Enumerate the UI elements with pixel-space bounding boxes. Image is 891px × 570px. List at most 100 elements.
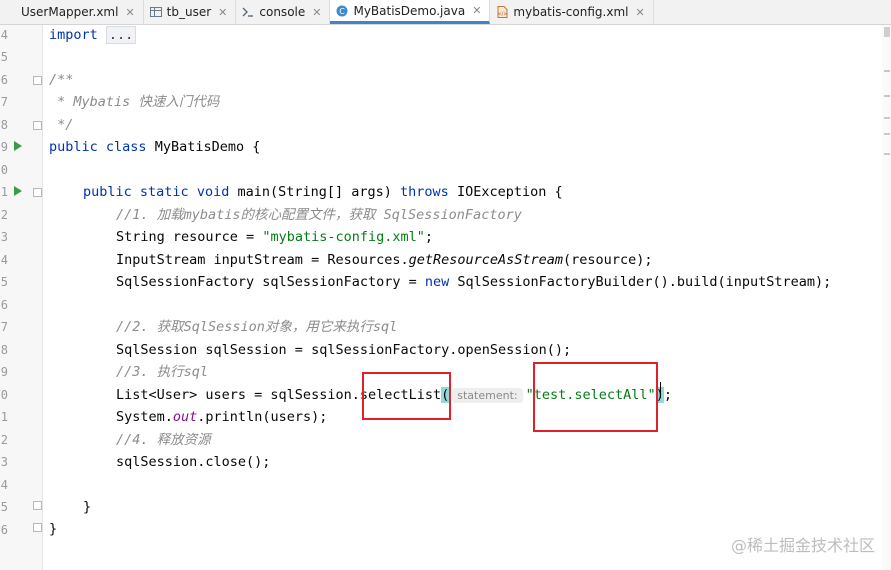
keyword: new	[424, 274, 450, 290]
code-line-close: sqlSession.close();	[116, 454, 271, 470]
scroll-marker	[884, 95, 890, 97]
inspection-widget[interactable]	[884, 27, 890, 37]
fold-icon[interactable]	[33, 501, 42, 510]
tab-mybatis-config-xml[interactable]: </> mybatis-config.xml ✕	[490, 0, 654, 24]
line-number: 5	[0, 50, 8, 64]
keyword: import	[49, 27, 98, 43]
text-cursor	[660, 382, 661, 398]
line-number: 0	[0, 163, 8, 177]
line-number: 3	[0, 230, 8, 244]
editor-tab-bar: UserMapper.xml ✕ tb_user ✕ console ✕ C M…	[0, 0, 891, 25]
run-main-icon[interactable]	[14, 186, 22, 196]
parameter-hint: statement:	[452, 388, 523, 403]
tab-label: mybatis-config.xml	[513, 5, 629, 19]
fold-icon[interactable]	[33, 523, 42, 532]
keyword: throws	[400, 184, 449, 200]
static-method: getResourceAsStream	[408, 252, 564, 268]
line-number: 3	[0, 455, 8, 469]
line-number: 1	[0, 185, 8, 199]
keyword: static	[139, 184, 189, 200]
code-text: InputStream inputStream = Resources.	[116, 252, 409, 268]
xml-file-icon: </>	[496, 6, 508, 18]
tab-label: tb_user	[166, 5, 212, 19]
code-text: .println(users);	[197, 409, 328, 425]
code-comment-4: //4. 释放资源	[116, 432, 211, 448]
code-line-doc: * Mybatis 快速入门代码	[49, 94, 220, 110]
code-line-doc-close: */	[49, 117, 74, 133]
scroll-marker	[884, 133, 890, 135]
code-line-main-decl: public static void main(String[] args) t…	[83, 182, 563, 202]
code-text: (resource);	[563, 252, 653, 268]
svg-text:</>: </>	[498, 12, 508, 18]
code-text: String resource =	[116, 229, 263, 245]
line-number: 0	[0, 388, 8, 402]
tab-label: console	[259, 5, 306, 19]
code-text: SqlSessionFactory sqlSessionFactory =	[116, 274, 425, 290]
close-icon[interactable]: ✕	[312, 6, 321, 19]
line-number: 2	[0, 208, 8, 222]
code-line-println: System.out.println(users);	[116, 407, 327, 427]
tab-mybatisdemo-java[interactable]: C MyBatisDemo.java ✕	[330, 0, 491, 24]
code-brace-method: }	[83, 499, 92, 515]
run-class-icon[interactable]	[14, 141, 22, 151]
exception-type: IOException {	[448, 184, 563, 200]
table-icon	[149, 6, 162, 18]
class-name: MyBatisDemo {	[146, 139, 261, 155]
close-icon[interactable]: ✕	[472, 4, 481, 17]
code-comment-3: //3. 执行sql	[116, 364, 209, 380]
tab-usermapper-xml[interactable]: UserMapper.xml ✕	[0, 0, 144, 24]
scroll-marker	[884, 117, 890, 119]
method-signature: main(String[] args)	[229, 184, 401, 200]
code-text: System.	[116, 409, 173, 425]
annotation-box-statement	[533, 362, 658, 432]
code-line-import: import ...	[49, 25, 137, 45]
line-number: 1	[0, 410, 8, 424]
line-number: 8	[0, 118, 8, 132]
code-text: List<User> users = sqlSession.	[116, 387, 360, 403]
line-number: 8	[0, 343, 8, 357]
line-number: 7	[0, 95, 8, 109]
line-number: 6	[0, 73, 8, 87]
fold-icon[interactable]	[33, 76, 42, 85]
keyword: public	[83, 184, 132, 200]
close-icon[interactable]: ✕	[218, 6, 227, 19]
java-class-icon: C	[336, 5, 348, 17]
console-icon	[242, 6, 254, 18]
code-line-inputstream: InputStream inputStream = Resources.getR…	[116, 250, 652, 270]
fold-icon[interactable]	[33, 188, 42, 197]
line-number: 4	[0, 478, 8, 492]
watermark: @稀土掘金技术社区	[730, 536, 875, 555]
line-number: 2	[0, 433, 8, 447]
scroll-marker	[884, 153, 890, 155]
fold-icon[interactable]	[33, 121, 42, 130]
scroll-marker	[884, 70, 890, 72]
keyword: public	[49, 139, 98, 155]
tab-tb-user[interactable]: tb_user ✕	[144, 0, 237, 24]
keyword: void	[196, 184, 230, 200]
tab-label: MyBatisDemo.java	[353, 3, 466, 18]
tab-console[interactable]: console ✕	[236, 0, 331, 24]
folded-imports[interactable]: ...	[105, 26, 137, 44]
static-field: out	[172, 409, 198, 425]
code-line-opensession: SqlSession sqlSession = sqlSessionFactor…	[116, 342, 572, 358]
keyword: class	[105, 139, 147, 155]
line-number: 4	[0, 253, 8, 267]
editor-scrollbar[interactable]	[882, 25, 891, 570]
line-number: 6	[0, 523, 8, 537]
line-number: 9	[0, 140, 8, 154]
line-number: 5	[0, 275, 8, 289]
close-icon[interactable]: ✕	[635, 6, 644, 19]
xml-file-icon	[4, 6, 16, 18]
string-literal: "mybatis-config.xml"	[262, 229, 425, 245]
code-comment-2: //2. 获取SqlSession对象，用它来执行sql	[116, 319, 398, 335]
close-icon[interactable]: ✕	[125, 6, 134, 19]
line-number: 7	[0, 320, 8, 334]
line-number: 5	[0, 500, 8, 514]
code-line-factory: SqlSessionFactory sqlSessionFactory = ne…	[116, 272, 831, 292]
annotation-box-selectlist	[362, 372, 451, 420]
semicolon: ;	[663, 387, 672, 403]
tab-label: UserMapper.xml	[21, 5, 119, 19]
code-line-class-decl: public class MyBatisDemo {	[49, 137, 260, 157]
line-number: 9	[0, 365, 8, 379]
line-number: 6	[0, 298, 8, 312]
